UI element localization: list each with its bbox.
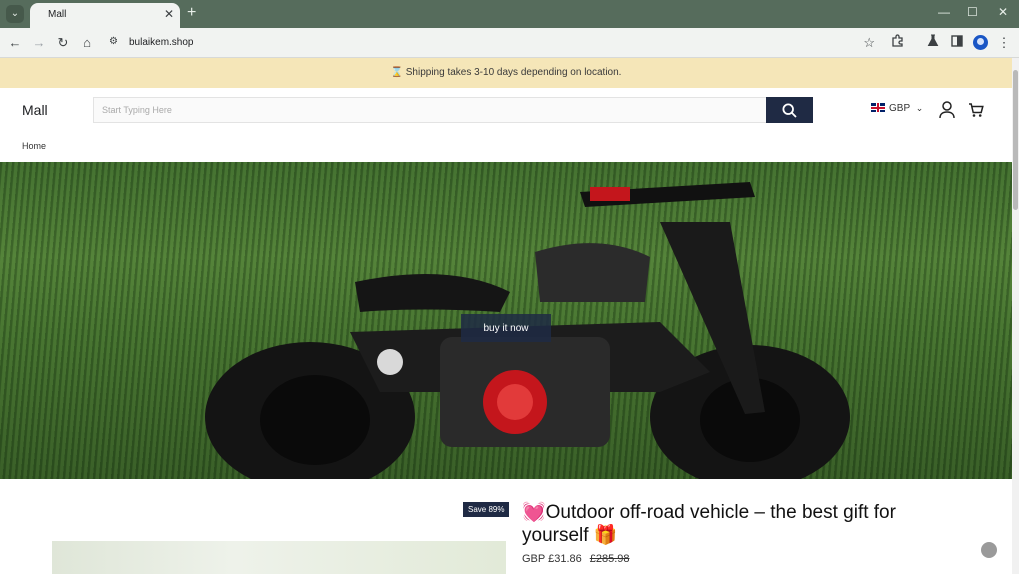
menu-icon[interactable]: ⋮ (995, 34, 1013, 52)
reload-icon[interactable]: ↻ (54, 34, 72, 52)
search-icon (782, 102, 797, 118)
plus-icon[interactable]: + (187, 4, 196, 22)
currency-selector[interactable]: GBP ⌄ (871, 103, 923, 114)
announcement-text: ⌛ Shipping takes 3-10 days depending on … (390, 67, 622, 78)
forward-icon[interactable]: → (30, 34, 48, 52)
browser-tabbar: ⌄ Mall ✕ + — ☐ ✕ (0, 0, 1019, 28)
uk-flag-icon (871, 103, 885, 112)
extensions-icon[interactable] (888, 34, 906, 52)
labs-icon[interactable] (924, 34, 942, 52)
chevron-down-icon: ⌄ (915, 103, 924, 113)
browser-toolbar: ← → ↻ ⌂ ⚙ bulaikem.shop ☆ ⋮ (0, 28, 1019, 58)
close-window-icon[interactable]: ✕ (998, 5, 1008, 19)
back-icon[interactable]: ← (6, 34, 24, 52)
product-image[interactable] (52, 541, 506, 574)
store-header: Mall GBP ⌄ Home (0, 88, 1012, 162)
page-scrollbar[interactable] (1012, 58, 1019, 574)
currency-label: GBP (889, 103, 910, 114)
account-icon[interactable] (939, 101, 955, 119)
maximize-icon[interactable]: ☐ (967, 5, 978, 19)
sale-price: GBP £31.86 (522, 553, 582, 565)
search-button[interactable] (766, 97, 813, 123)
hero-banner: buy it now (0, 162, 1012, 479)
close-icon[interactable]: ✕ (164, 7, 174, 21)
sidepanel-icon[interactable] (948, 34, 966, 52)
breadcrumb[interactable]: Home (22, 141, 46, 151)
compare-price: £285.98 (589, 553, 630, 565)
announcement-bar: ⌛ Shipping takes 3-10 days depending on … (0, 58, 1012, 88)
product-section: Save 89% 💓Outdoor off-road vehicle – the… (0, 479, 1012, 574)
save-badge: Save 89% (463, 502, 510, 517)
browser-tab[interactable]: Mall ✕ (30, 3, 180, 28)
address-bar[interactable]: ⚙ bulaikem.shop ☆ (103, 31, 883, 55)
price-block: GBP £31.86 £285.98 (522, 553, 630, 565)
url-text[interactable]: bulaikem.shop (129, 37, 193, 48)
tab-search-icon[interactable]: ⌄ (6, 5, 24, 23)
tab-title: Mall (48, 9, 67, 20)
product-title: 💓Outdoor off-road vehicle – the best gif… (522, 502, 896, 546)
chat-widget-icon[interactable] (981, 542, 997, 558)
buy-now-button[interactable]: buy it now (461, 314, 551, 342)
cart-icon[interactable] (968, 102, 984, 118)
search-input[interactable] (93, 97, 766, 123)
profile-icon[interactable] (973, 35, 988, 50)
scrollbar-thumb[interactable] (1013, 70, 1018, 210)
star-icon[interactable]: ☆ (863, 35, 875, 51)
site-info-icon[interactable]: ⚙ (109, 36, 123, 50)
store-logo[interactable]: Mall (22, 102, 48, 118)
minimize-icon[interactable]: — (938, 5, 950, 19)
home-icon[interactable]: ⌂ (78, 34, 96, 52)
